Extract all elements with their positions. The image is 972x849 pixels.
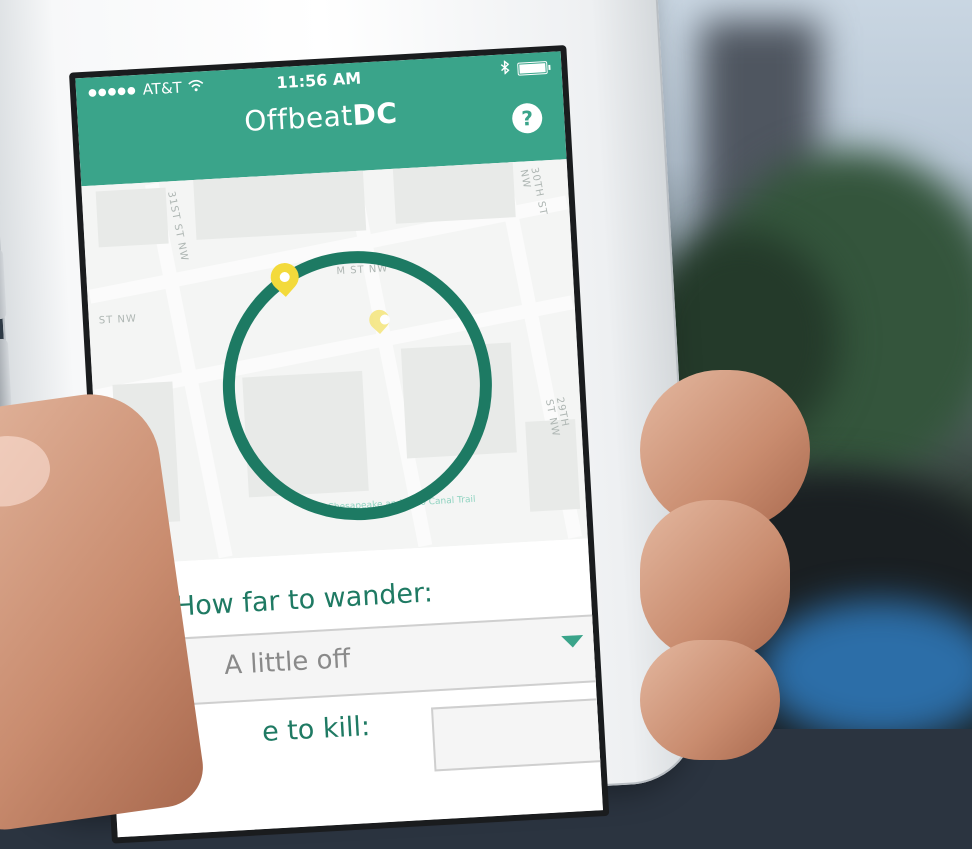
street-label: ST NW: [99, 313, 138, 326]
time-question: e to kill:: [261, 711, 371, 748]
battery-icon: [517, 61, 548, 76]
help-button[interactable]: ?: [511, 102, 543, 134]
right-finger-bottom: [640, 640, 780, 760]
time-select[interactable]: [431, 696, 609, 771]
volume-down-button: [0, 339, 12, 410]
distance-select[interactable]: A little off: [183, 614, 610, 706]
right-finger-middle: [640, 500, 790, 660]
dropdown-arrow-icon: [561, 635, 584, 648]
distance-question: How far to wander:: [174, 577, 433, 622]
bluetooth-icon: [500, 60, 510, 78]
volume-up-button: [0, 249, 7, 320]
distance-selected-value: A little off: [224, 644, 352, 681]
